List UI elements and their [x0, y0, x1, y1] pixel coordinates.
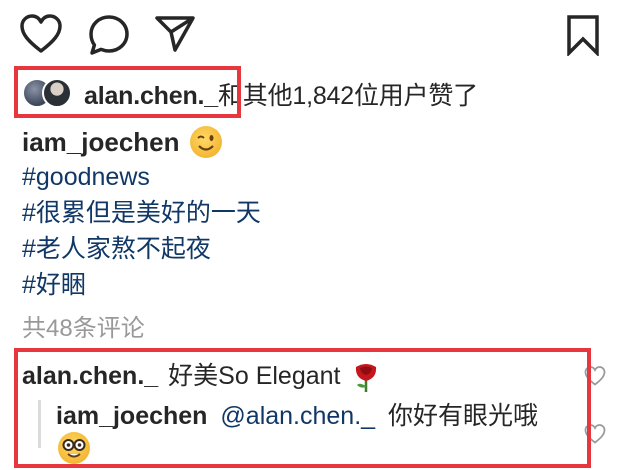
winking-face-icon [190, 126, 222, 158]
likes-count-text[interactable]: 和其他1,842位用户赞了 [218, 82, 478, 110]
view-all-comments-link[interactable]: 共48条评论 [22, 313, 145, 345]
comment-bubble-icon [89, 15, 129, 55]
bookmark-outline-icon [567, 15, 599, 56]
hashtag-link[interactable]: #goodnews [22, 160, 150, 194]
share-button[interactable] [154, 14, 196, 54]
hashtag-link[interactable]: #很累但是美好的一天 [22, 196, 261, 230]
post-author[interactable]: iam_joechen [22, 124, 180, 160]
heart-outline-icon [20, 14, 62, 53]
paper-plane-icon [155, 16, 195, 52]
hashtag-link[interactable]: #好睏 [22, 268, 86, 302]
highlight-box-comments [14, 348, 591, 468]
save-button[interactable] [566, 14, 600, 56]
hashtag-link[interactable]: #老人家熬不起夜 [22, 232, 211, 266]
comment-button[interactable] [88, 14, 130, 56]
highlight-box-likes [14, 66, 241, 118]
like-button[interactable] [20, 14, 62, 54]
